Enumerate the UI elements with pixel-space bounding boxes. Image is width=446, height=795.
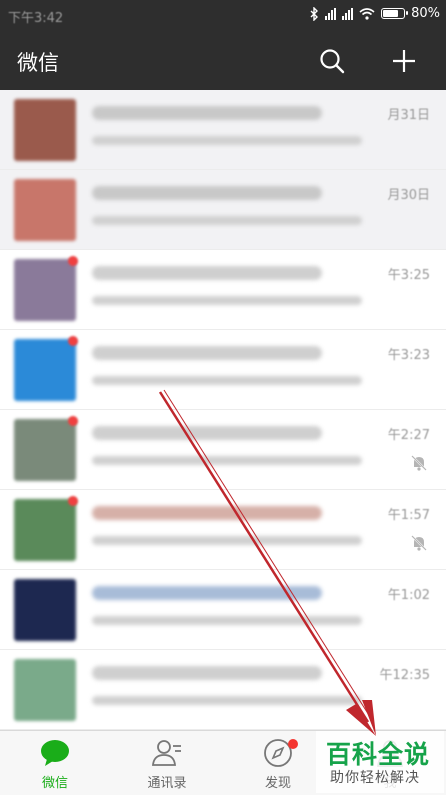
- chat-time: 午1:02: [387, 588, 430, 603]
- chat-row[interactable]: 月30日: [0, 170, 446, 250]
- chat-name-blurred: [92, 266, 322, 280]
- chat-name-blurred: [92, 346, 322, 360]
- chat-name-blurred: [92, 106, 322, 120]
- avatar: [14, 179, 76, 241]
- chat-time: 午3:25: [387, 268, 430, 283]
- chat-name-blurred: [92, 586, 322, 600]
- battery-icon: [381, 8, 409, 19]
- avatar: [14, 339, 76, 401]
- status-icons: 80%: [309, 6, 440, 21]
- avatar: [14, 659, 76, 721]
- tab-label: 发现: [264, 776, 291, 791]
- chat-time: 午3:23: [387, 348, 430, 363]
- unread-badge: [68, 256, 78, 266]
- chat-bubble-icon: [41, 740, 69, 766]
- message-preview-blurred: [92, 136, 362, 145]
- message-preview-blurred: [92, 296, 362, 305]
- watermark-subtitle: 助你轻松解决: [330, 770, 420, 786]
- notification-badge: [288, 739, 298, 749]
- watermark-title: 百科全说: [326, 740, 431, 769]
- chat-time: 月30日: [387, 188, 430, 203]
- message-preview-blurred: [92, 376, 362, 385]
- avatar: [14, 99, 76, 161]
- contacts-icon: [152, 740, 181, 766]
- avatar: [14, 579, 76, 641]
- chat-name-blurred: [92, 426, 322, 440]
- bluetooth-icon: [310, 6, 319, 21]
- chat-time: 午1:57: [387, 508, 430, 523]
- message-preview-blurred: [92, 616, 362, 625]
- message-preview-blurred: [92, 696, 362, 705]
- watermark-logo: 百科全说 助你轻松解决: [316, 731, 444, 793]
- tab-label: 微信: [41, 776, 68, 791]
- battery-percent: 80%: [411, 6, 440, 21]
- tab-label: 通讯录: [147, 776, 187, 791]
- page-title: 微信: [17, 51, 59, 75]
- unread-badge: [68, 496, 78, 506]
- avatar: [14, 419, 76, 481]
- chat-row[interactable]: 午3:25: [0, 250, 446, 330]
- chat-row[interactable]: 午1:57: [0, 490, 446, 570]
- chat-row[interactable]: 月31日: [0, 90, 446, 170]
- mute-icon: [410, 534, 428, 552]
- chat-row[interactable]: 午12:35: [0, 650, 446, 730]
- mute-icon: [410, 454, 428, 472]
- plus-icon[interactable]: [390, 47, 418, 75]
- tab-discover[interactable]: 发现: [238, 737, 318, 791]
- tab-chats[interactable]: 微信: [15, 737, 95, 791]
- chat-list[interactable]: 月31日月30日午3:25 午3:23 午2:27 午1:57 午1:02 午12:35: [0, 90, 446, 730]
- chat-time: 月31日: [387, 108, 430, 123]
- unread-badge: [68, 416, 78, 426]
- chat-time: 午12:35: [379, 668, 430, 683]
- search-icon[interactable]: [318, 47, 346, 75]
- signal-icon: [342, 7, 354, 20]
- tab-contacts[interactable]: 通讯录: [127, 737, 207, 791]
- chat-name-blurred: [92, 666, 322, 680]
- message-preview-blurred: [92, 536, 362, 545]
- chat-row[interactable]: 午2:27: [0, 410, 446, 490]
- avatar: [14, 499, 76, 561]
- status-bar: 下午3:42 80%: [0, 0, 446, 32]
- wifi-icon: [359, 7, 375, 20]
- chat-name-blurred: [92, 506, 322, 520]
- chat-name-blurred: [92, 186, 322, 200]
- message-preview-blurred: [92, 216, 362, 225]
- message-preview-blurred: [92, 456, 362, 465]
- unread-badge: [68, 336, 78, 346]
- avatar: [14, 259, 76, 321]
- chat-time: 午2:27: [387, 428, 430, 443]
- chat-row[interactable]: 午1:02: [0, 570, 446, 650]
- chat-row[interactable]: 午3:23: [0, 330, 446, 410]
- signal-icon: [325, 7, 337, 20]
- app-header: 微信: [0, 32, 446, 90]
